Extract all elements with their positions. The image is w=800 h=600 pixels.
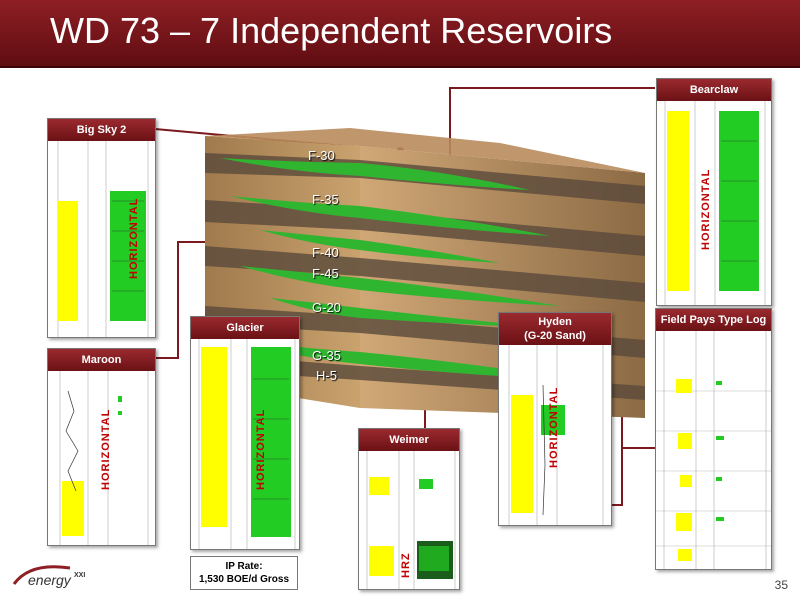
panel-label: Field Pays Type Log xyxy=(656,309,771,331)
horizontal-tag: HORIZONTAL xyxy=(255,408,267,490)
panel-label: Weimer xyxy=(359,429,459,451)
company-logo: energy XXI xyxy=(10,560,100,594)
logo-suffix: XXI xyxy=(74,572,86,579)
horizontal-tag: HORIZONTAL xyxy=(548,386,560,468)
panel-label: Glacier xyxy=(191,317,299,339)
well-log xyxy=(664,101,766,305)
panel-label: Bearclaw xyxy=(657,79,771,101)
panel-field-pays: Field Pays Type Log xyxy=(655,308,772,570)
panel-glacier: Glacier HORIZONTAL xyxy=(190,316,300,550)
panel-weimer: Weimer HRZ xyxy=(358,428,460,590)
panel-label: Maroon xyxy=(48,349,155,371)
well-log xyxy=(198,339,296,549)
well-log xyxy=(656,331,771,569)
panel-bearclaw: Bearclaw HORIZONTAL xyxy=(656,78,772,306)
horizon-label: H-5 xyxy=(316,368,337,383)
horizon-label: G-20 xyxy=(312,300,341,315)
horizontal-tag: HORIZONTAL xyxy=(100,408,112,490)
ip-rate-value: 1,530 BOE/d Gross xyxy=(198,574,290,585)
ip-rate-box: IP Rate: 1,530 BOE/d Gross xyxy=(190,556,298,590)
horizon-label: F-35 xyxy=(312,192,339,207)
panel-label: Big Sky 2 xyxy=(48,119,155,141)
panel-hyden: Hyden (G-20 Sand) HORIZONTAL xyxy=(498,312,612,526)
horizontal-tag: HORIZONTAL xyxy=(128,197,140,279)
logo-text: energy xyxy=(28,572,71,588)
panel-label-line2: (G-20 Sand) xyxy=(524,330,586,342)
panel-maroon: Maroon HORIZONTAL xyxy=(47,348,156,546)
panel-label: Hyden (G-20 Sand) xyxy=(499,313,611,345)
horizon-label: F-45 xyxy=(312,266,339,281)
panel-label-line1: Hyden xyxy=(538,316,572,328)
horizon-label: G-35 xyxy=(312,348,341,363)
horizon-label: F-40 xyxy=(312,245,339,260)
page-number: 35 xyxy=(774,578,788,592)
horizon-label: F-30 xyxy=(308,148,335,163)
panel-big-sky: Big Sky 2 HORIZONTAL xyxy=(47,118,156,338)
ip-rate-label: IP Rate: xyxy=(225,561,263,572)
hrz-tag: HRZ xyxy=(400,552,412,578)
horizontal-tag: HORIZONTAL xyxy=(700,168,712,250)
